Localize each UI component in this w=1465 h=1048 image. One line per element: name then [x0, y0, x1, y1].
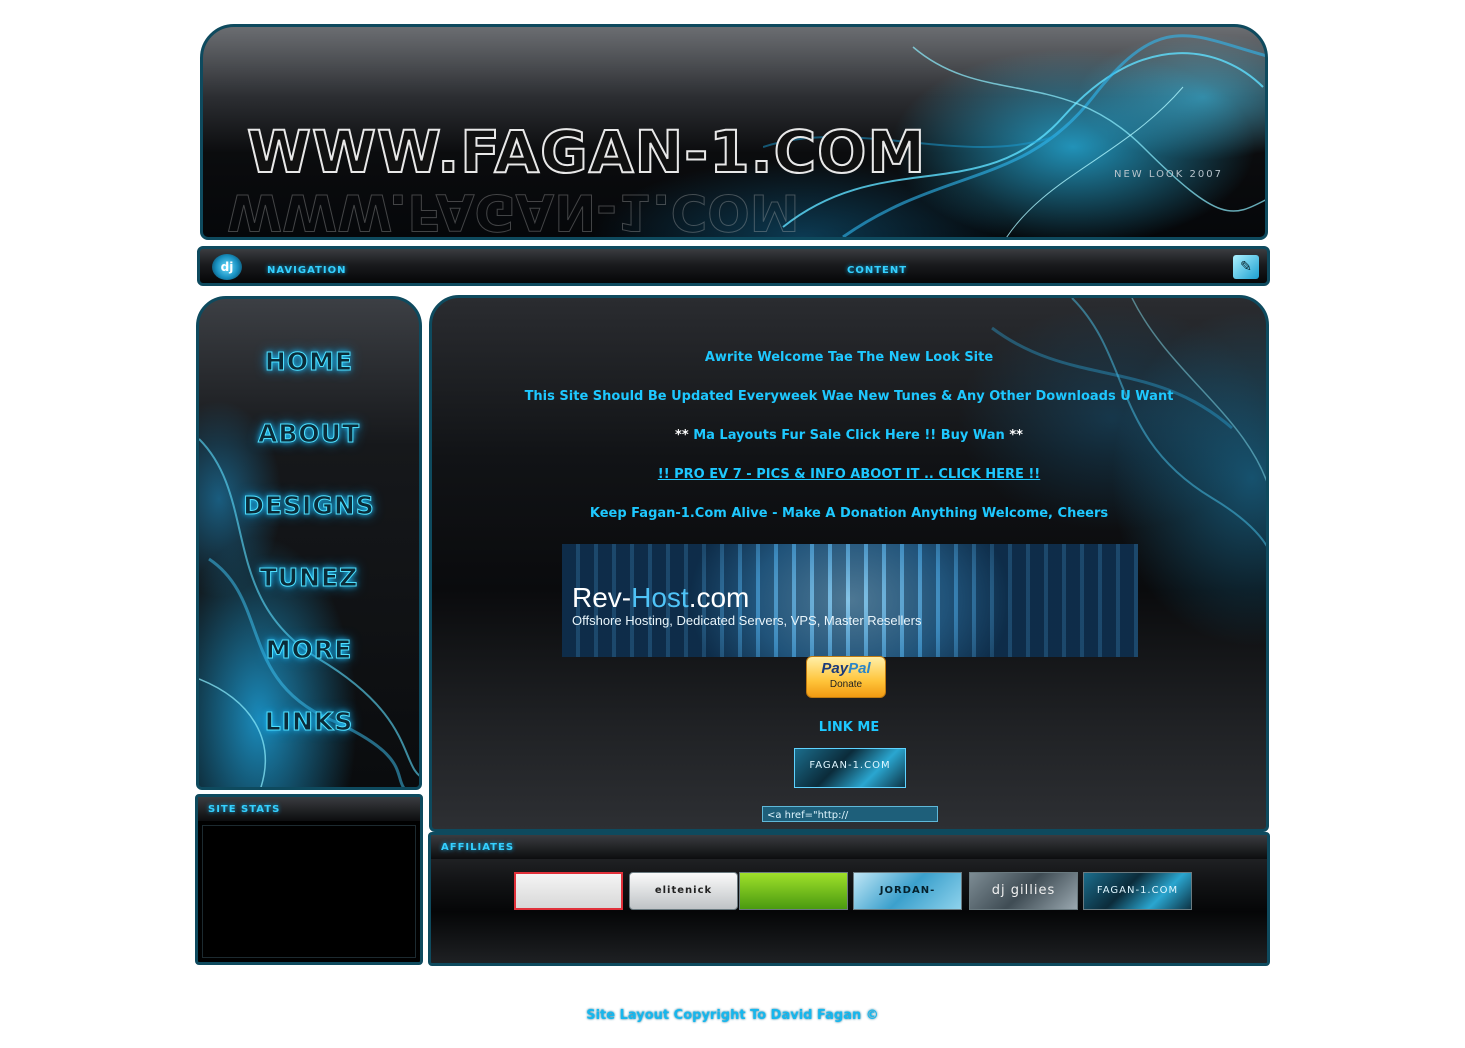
affiliate-banner-3[interactable]: [739, 872, 848, 910]
layouts-suffix: **: [1009, 428, 1023, 443]
affiliates-header: Affiliates: [431, 835, 1267, 859]
revhost-ad-subtitle: Offshore Hosting, Dedicated Servers, VPS…: [572, 613, 922, 628]
link-code-textbox[interactable]: <a href="http://: [762, 806, 938, 822]
nav-tunez-link[interactable]: TUNEZ: [199, 563, 419, 593]
revhost-ad-banner[interactable]: Rev-Host.com Offshore Hosting, Dedicated…: [562, 544, 1138, 657]
site-header: WWW.FAGAN-1.COM WWW.FAGAN-1.COM New Look…: [200, 24, 1268, 240]
site-stats-panel: Site Stats: [195, 794, 423, 965]
paypal-logo: PayPal: [821, 660, 871, 677]
paypal-donate-button[interactable]: PayPal Donate: [806, 656, 886, 698]
nav-links-link[interactable]: LINKS: [199, 707, 419, 737]
link-me-banner[interactable]: FAGAN-1.COM: [794, 748, 906, 788]
welcome-text: Awrite Welcome Tae The New Look Site: [704, 350, 994, 365]
header-tagline: New Look 2007: [1113, 169, 1223, 180]
pro-ev-line: !! PRO EV 7 - PICS & INFO ABOOT IT .. CL…: [432, 467, 1266, 482]
affiliate-banner-jordan-d[interactable]: JORDAN-D.CO.UK: [853, 872, 962, 910]
nav-designs-link[interactable]: DESIGNS: [199, 491, 419, 521]
layouts-for-sale-line: ** Ma Layouts Fur Sale Click Here !! Buy…: [432, 428, 1266, 443]
site-stats-title: Site Stats: [208, 804, 281, 815]
layouts-for-sale-link[interactable]: Ma Layouts Fur Sale Click Here !! Buy Wa…: [693, 428, 1005, 443]
link-me-title: LINK ME: [818, 720, 880, 735]
affiliate-banner-dj-gillies[interactable]: dj gillies: [969, 872, 1078, 910]
link-me-banner-text: FAGAN-1.COM: [809, 760, 891, 771]
site-logo: WWW.FAGAN-1.COM: [246, 118, 927, 186]
revhost-ad-title: Rev-Host.com: [572, 582, 750, 613]
layouts-prefix: **: [675, 428, 689, 443]
affiliates-panel: Affiliates elitenick JORDAN-D.CO.UK dj g…: [428, 832, 1270, 966]
content-heading: Content: [847, 265, 908, 276]
nav-home-link[interactable]: HOME: [199, 347, 419, 377]
affiliate-banner-fagan-1[interactable]: FAGAN-1.COM: [1083, 872, 1192, 910]
site-logo-reflection: WWW.FAGAN-1.COM: [227, 183, 801, 240]
site-stats-body: [202, 825, 416, 958]
site-stats-header: Site Stats: [198, 797, 420, 821]
update-note-text: This Site Should Be Updated Everyweek Wa…: [524, 389, 1174, 404]
nav-about-link[interactable]: ABOUT: [199, 419, 419, 449]
link-code-text: <a href="http://: [767, 810, 849, 821]
affiliates-title: Affiliates: [441, 842, 515, 853]
main-content-panel: Awrite Welcome Tae The New Look Site Thi…: [429, 295, 1269, 832]
nav-more-link[interactable]: MORE: [199, 635, 419, 665]
pen-icon: ✎: [1233, 255, 1259, 279]
sidebar-navigation: HOME ABOUT DESIGNS TUNEZ MORE LINKS: [196, 296, 422, 790]
pro-ev-link[interactable]: !! PRO EV 7 - PICS & INFO ABOOT IT .. CL…: [658, 467, 1040, 482]
footer-copyright: Site Layout Copyright To David Fagan ©: [586, 1008, 879, 1023]
paypal-donate-label: Donate: [829, 679, 863, 690]
affiliate-banner-1[interactable]: [514, 872, 623, 910]
affiliate-banner-elitenick[interactable]: elitenick: [629, 872, 738, 910]
dj-logo-icon: dj: [212, 254, 242, 280]
navigation-heading: Navigation: [267, 265, 347, 276]
section-title-bar: dj Navigation Content ✎: [197, 246, 1270, 286]
donation-note-text: Keep Fagan-1.Com Alive - Make A Donation…: [589, 506, 1109, 521]
